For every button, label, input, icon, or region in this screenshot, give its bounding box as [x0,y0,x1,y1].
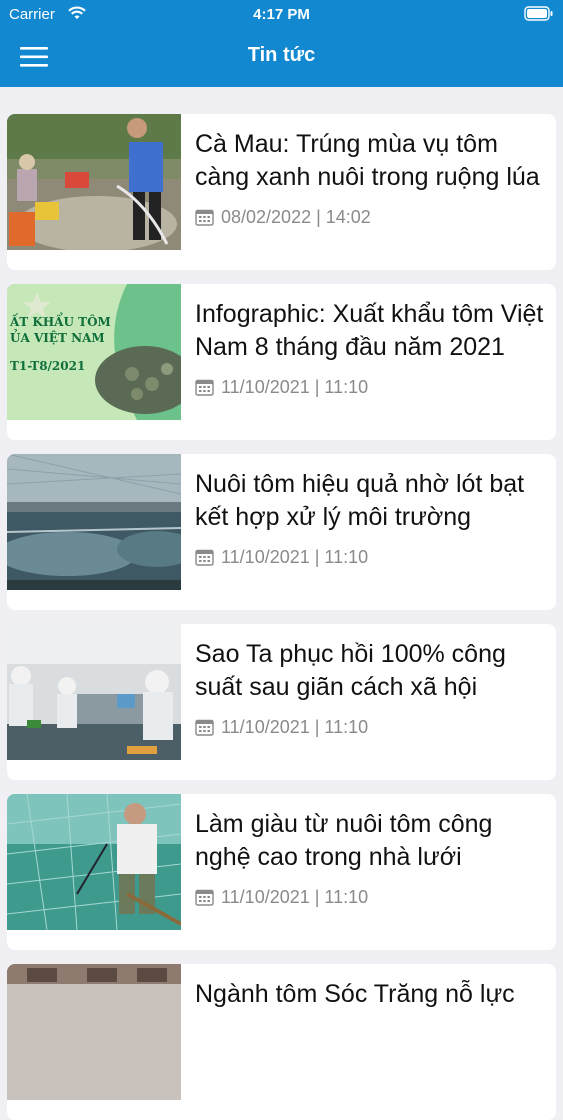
article-title[interactable]: Cà Mau: Trúng mùa vụ tôm càng xanh nuôi … [195,128,547,194]
article-date-text: 11/10/2021 | 11:10 [221,376,369,397]
calendar-icon [195,379,214,396]
article-date-text: 11/10/2021 | 11:10 [221,546,369,567]
news-card[interactable]: Làm giàu từ nuôi tôm công nghệ cao trong… [7,794,556,950]
calendar-icon [195,719,214,736]
news-card[interactable]: Nuôi tôm hiệu quả nhờ lót bạt kết hợp xử… [7,454,556,610]
article-date-text: 08/02/2022 | 14:02 [221,206,371,227]
news-card[interactable]: Cà Mau: Trúng mùa vụ tôm càng xanh nuôi … [7,114,556,270]
calendar-icon [195,209,214,226]
calendar-icon [195,889,214,906]
article-date-text: 11/10/2021 | 11:10 [221,716,369,737]
article-date: 11/10/2021 | 11:10 [195,546,368,568]
article-thumbnail [7,624,181,760]
article-date: 11/10/2021 | 11:10 [195,886,368,908]
article-date: 11/10/2021 | 11:10 [195,716,368,738]
article-title[interactable]: Ngành tôm Sóc Trăng nỗ lực [195,978,547,1011]
article-thumbnail: ẤT KHẨU TÔM ỦA VIỆT NAM T1-T8/2021 [7,284,181,420]
article-thumbnail [7,794,181,930]
article-thumbnail [7,964,181,1100]
news-card[interactable]: ẤT KHẨU TÔM ỦA VIỆT NAM T1-T8/2021 Infog… [7,284,556,440]
status-time: 4:17 PM [253,6,310,23]
battery-icon [524,6,553,21]
calendar-icon [195,549,214,566]
news-card[interactable]: Sao Ta phục hồi 100% công suất sau giãn … [7,624,556,780]
app-header: Carrier 4:17 PM Tin tức [0,0,563,87]
infographic-text-2: ỦA VIỆT NAM [10,328,105,345]
page-title: Tin tức [247,44,316,66]
article-title[interactable]: Nuôi tôm hiệu quả nhờ lót bạt kết hợp xử… [195,468,547,534]
infographic-text-3: T1-T8/2021 [10,359,85,373]
article-date: 11/10/2021 | 11:10 [195,376,368,398]
article-thumbnail [7,114,181,250]
article-title[interactable]: Sao Ta phục hồi 100% công suất sau giãn … [195,638,547,704]
news-card[interactable]: Ngành tôm Sóc Trăng nỗ lực [7,964,556,1120]
article-thumbnail [7,454,181,590]
article-date: 08/02/2022 | 14:02 [195,206,371,228]
article-date-text: 11/10/2021 | 11:10 [221,886,369,907]
status-bar: Carrier 4:17 PM [0,0,563,30]
article-title[interactable]: Infographic: Xuất khẩu tôm Việt Nam 8 th… [195,298,547,364]
article-title[interactable]: Làm giàu từ nuôi tôm công nghệ cao trong… [195,808,547,874]
